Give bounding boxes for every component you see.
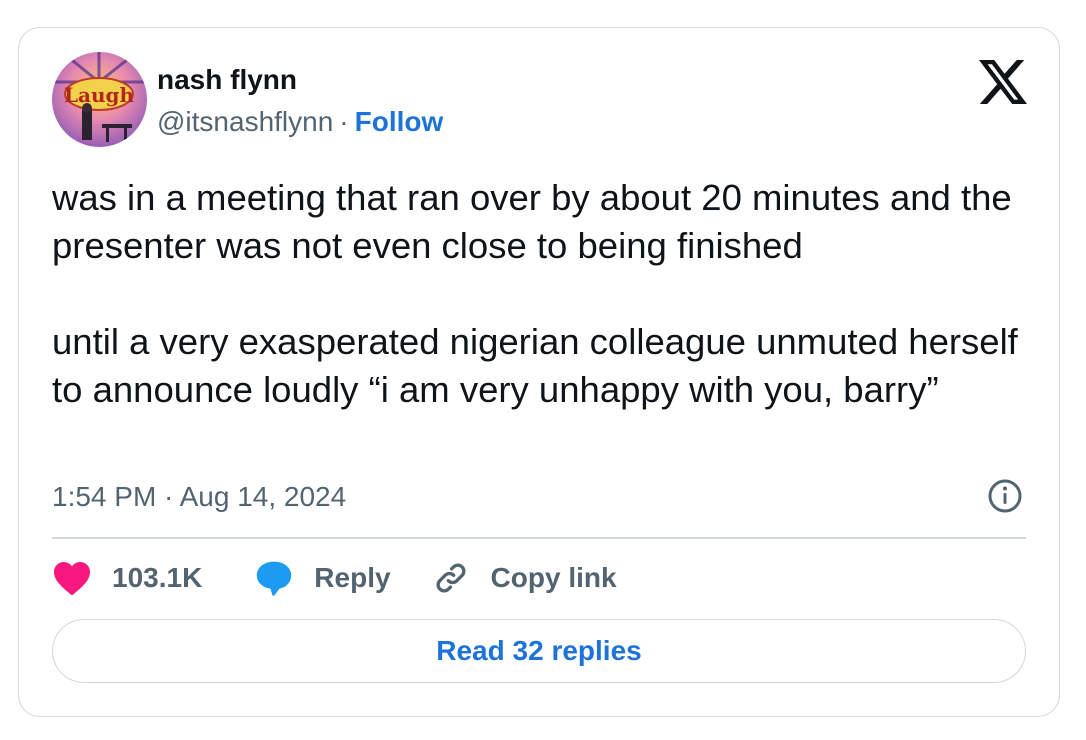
copy-link-button[interactable]: Copy link bbox=[431, 560, 617, 596]
author-name[interactable]: nash flynn bbox=[157, 62, 297, 98]
heart-icon bbox=[54, 561, 90, 596]
avatar-image: Laugh bbox=[52, 52, 147, 147]
like-button[interactable]: 103.1K bbox=[52, 560, 202, 596]
like-count: 103.1K bbox=[112, 562, 203, 593]
reply-label: Reply bbox=[314, 562, 391, 593]
avatar[interactable]: Laugh bbox=[52, 52, 147, 147]
x-logo-icon[interactable] bbox=[979, 60, 1027, 104]
speech-bubble-icon bbox=[257, 561, 292, 596]
tweet-card: Laugh nash flynn @itsnashflynn · Follow wa… bbox=[18, 27, 1060, 717]
reply-button[interactable]: Reply bbox=[254, 560, 391, 596]
tweet-timestamp[interactable]: 1:54 PM · Aug 14, 2024 bbox=[52, 479, 346, 515]
author-handle[interactable]: @itsnashflynn bbox=[157, 106, 333, 137]
tweet-text: was in a meeting that ran over by about … bbox=[52, 177, 1018, 410]
link-icon bbox=[436, 563, 465, 593]
author-meta: @itsnashflynn · Follow bbox=[157, 104, 443, 140]
tweet-actions: 103.1K Reply Copy link bbox=[52, 558, 617, 598]
divider bbox=[52, 537, 1026, 539]
separator-dot: · bbox=[339, 106, 349, 137]
follow-button[interactable]: Follow bbox=[355, 106, 444, 137]
read-replies-button[interactable]: Read 32 replies bbox=[52, 619, 1026, 683]
copy-link-label: Copy link bbox=[490, 562, 617, 593]
svg-text:Laugh: Laugh bbox=[64, 83, 135, 107]
info-icon[interactable] bbox=[987, 478, 1023, 514]
